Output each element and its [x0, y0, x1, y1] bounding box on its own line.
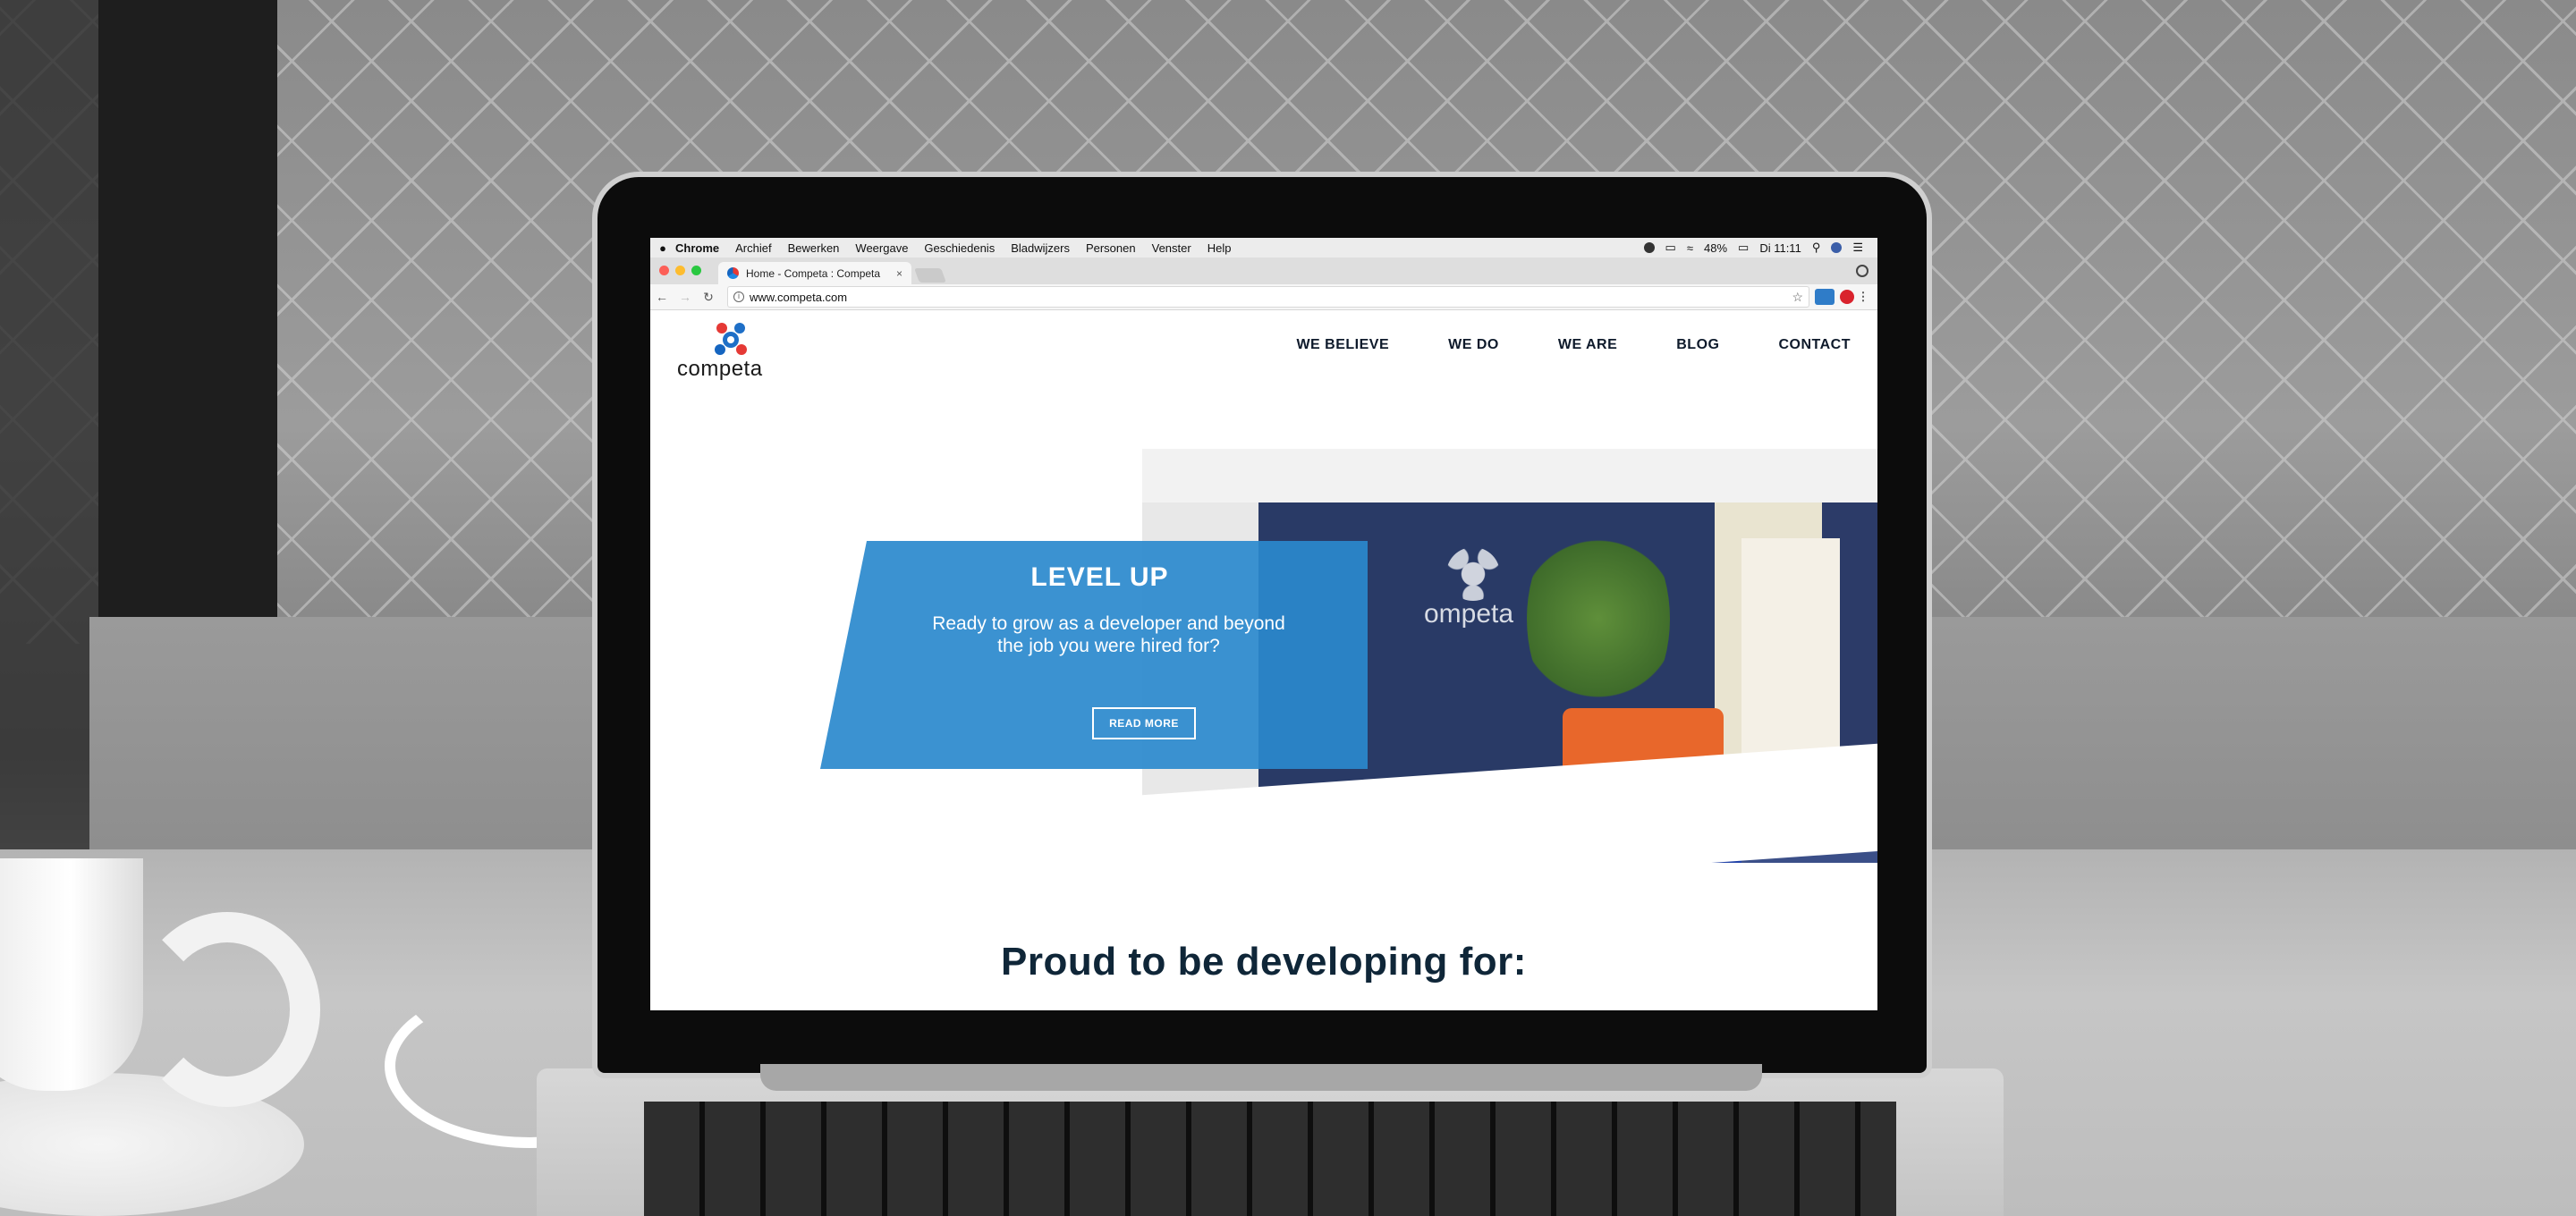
logo-molecule-icon — [715, 323, 747, 355]
wall-logo-icon — [1446, 547, 1500, 601]
photo-plant — [1527, 511, 1670, 726]
wifi-icon[interactable]: ≈ — [1687, 241, 1693, 255]
airplay-icon[interactable]: ▭ — [1665, 241, 1676, 255]
menu-weergave[interactable]: Weergave — [855, 241, 908, 255]
battery-icon[interactable]: ▭ — [1738, 241, 1749, 255]
coffee-cup — [0, 858, 143, 1091]
hero-text: Ready to grow as a developer and beyond … — [932, 613, 1285, 656]
menu-venster[interactable]: Venster — [1152, 241, 1191, 255]
menu-app-name[interactable]: Chrome — [675, 241, 719, 255]
siri-icon[interactable] — [1831, 242, 1843, 253]
menu-kebab-icon[interactable]: ⋮ — [1854, 290, 1872, 304]
nav-we-believe[interactable]: WE BELIEVE — [1296, 337, 1389, 353]
new-tab-button[interactable] — [914, 268, 946, 283]
cup-handle — [134, 912, 320, 1107]
main-nav: WE BELIEVE WE DO WE ARE BLOG CONTACT — [1296, 337, 1851, 353]
spotlight-icon[interactable]: ⚲ — [1812, 241, 1821, 255]
reload-icon[interactable]: ↻ — [697, 290, 720, 305]
favicon-icon — [727, 267, 739, 279]
menu-personen[interactable]: Personen — [1086, 241, 1136, 255]
read-more-button[interactable]: READ MORE — [1092, 707, 1196, 739]
laptop-screen: ● Chrome Archief Bewerken Weergave Gesch… — [650, 238, 1877, 1010]
forward-icon[interactable]: → — [674, 290, 697, 304]
site-logo[interactable]: competa — [677, 321, 784, 385]
menu-geschiedenis[interactable]: Geschiedenis — [924, 241, 995, 255]
notification-center-icon[interactable]: ☰ — [1852, 241, 1863, 255]
clock[interactable]: Di 11:11 — [1759, 241, 1801, 255]
menubar-status: ▭ ≈ 48% ▭ Di 11:11 ⚲ ☰ — [1643, 241, 1877, 255]
back-icon[interactable]: ← — [650, 290, 674, 304]
photo-background: ● Chrome Archief Bewerken Weergave Gesch… — [0, 0, 2576, 1216]
creative-cloud-icon[interactable] — [1643, 242, 1655, 253]
hero-title: LEVEL UP — [1030, 562, 1169, 592]
pinterest-icon[interactable] — [1840, 290, 1854, 304]
window-frame — [0, 0, 98, 858]
close-window-icon[interactable] — [659, 266, 669, 275]
extension-icon[interactable] — [1815, 289, 1835, 305]
bookmark-star-icon[interactable]: ☆ — [1792, 290, 1803, 305]
tab-close-icon[interactable]: × — [896, 267, 902, 280]
url-text[interactable]: www.competa.com — [750, 291, 847, 304]
profile-icon[interactable] — [1856, 265, 1868, 277]
tab-home[interactable]: Home - Competa : Competa × — [718, 262, 911, 284]
address-bar[interactable]: i www.competa.com ☆ — [727, 286, 1809, 308]
battery-percent: 48% — [1703, 241, 1728, 255]
menu-archief[interactable]: Archief — [735, 241, 771, 255]
laptop-hinge — [760, 1064, 1762, 1091]
info-icon[interactable]: i — [733, 291, 744, 302]
browser-toolbar: ← → ↻ i www.competa.com ☆ ⋮ — [650, 284, 1877, 310]
website: competa WE BELIEVE WE DO WE ARE BLOG CON… — [650, 310, 1877, 1010]
logo-text: competa — [677, 357, 763, 381]
menu-bewerken[interactable]: Bewerken — [788, 241, 840, 255]
nav-we-are[interactable]: WE ARE — [1558, 337, 1617, 353]
window-controls — [659, 266, 701, 275]
menu-bladwijzers[interactable]: Bladwijzers — [1011, 241, 1070, 255]
minimize-window-icon[interactable] — [675, 266, 685, 275]
nav-blog[interactable]: BLOG — [1676, 337, 1719, 353]
tab-title: Home - Competa : Competa — [746, 266, 881, 280]
nav-contact[interactable]: CONTACT — [1778, 337, 1851, 353]
mac-menubar: ● Chrome Archief Bewerken Weergave Gesch… — [650, 238, 1877, 258]
wall-logo-text: ompeta — [1424, 599, 1514, 629]
nav-we-do[interactable]: WE DO — [1448, 337, 1499, 353]
laptop-keyboard — [644, 1102, 1896, 1216]
menu-help[interactable]: Help — [1208, 241, 1232, 255]
clients-heading: Proud to be developing for: — [1001, 940, 1527, 984]
apple-icon[interactable]: ● — [650, 241, 675, 255]
photo-door — [1741, 538, 1840, 780]
zoom-window-icon[interactable] — [691, 266, 701, 275]
tab-strip: Home - Competa : Competa × — [650, 258, 1877, 284]
